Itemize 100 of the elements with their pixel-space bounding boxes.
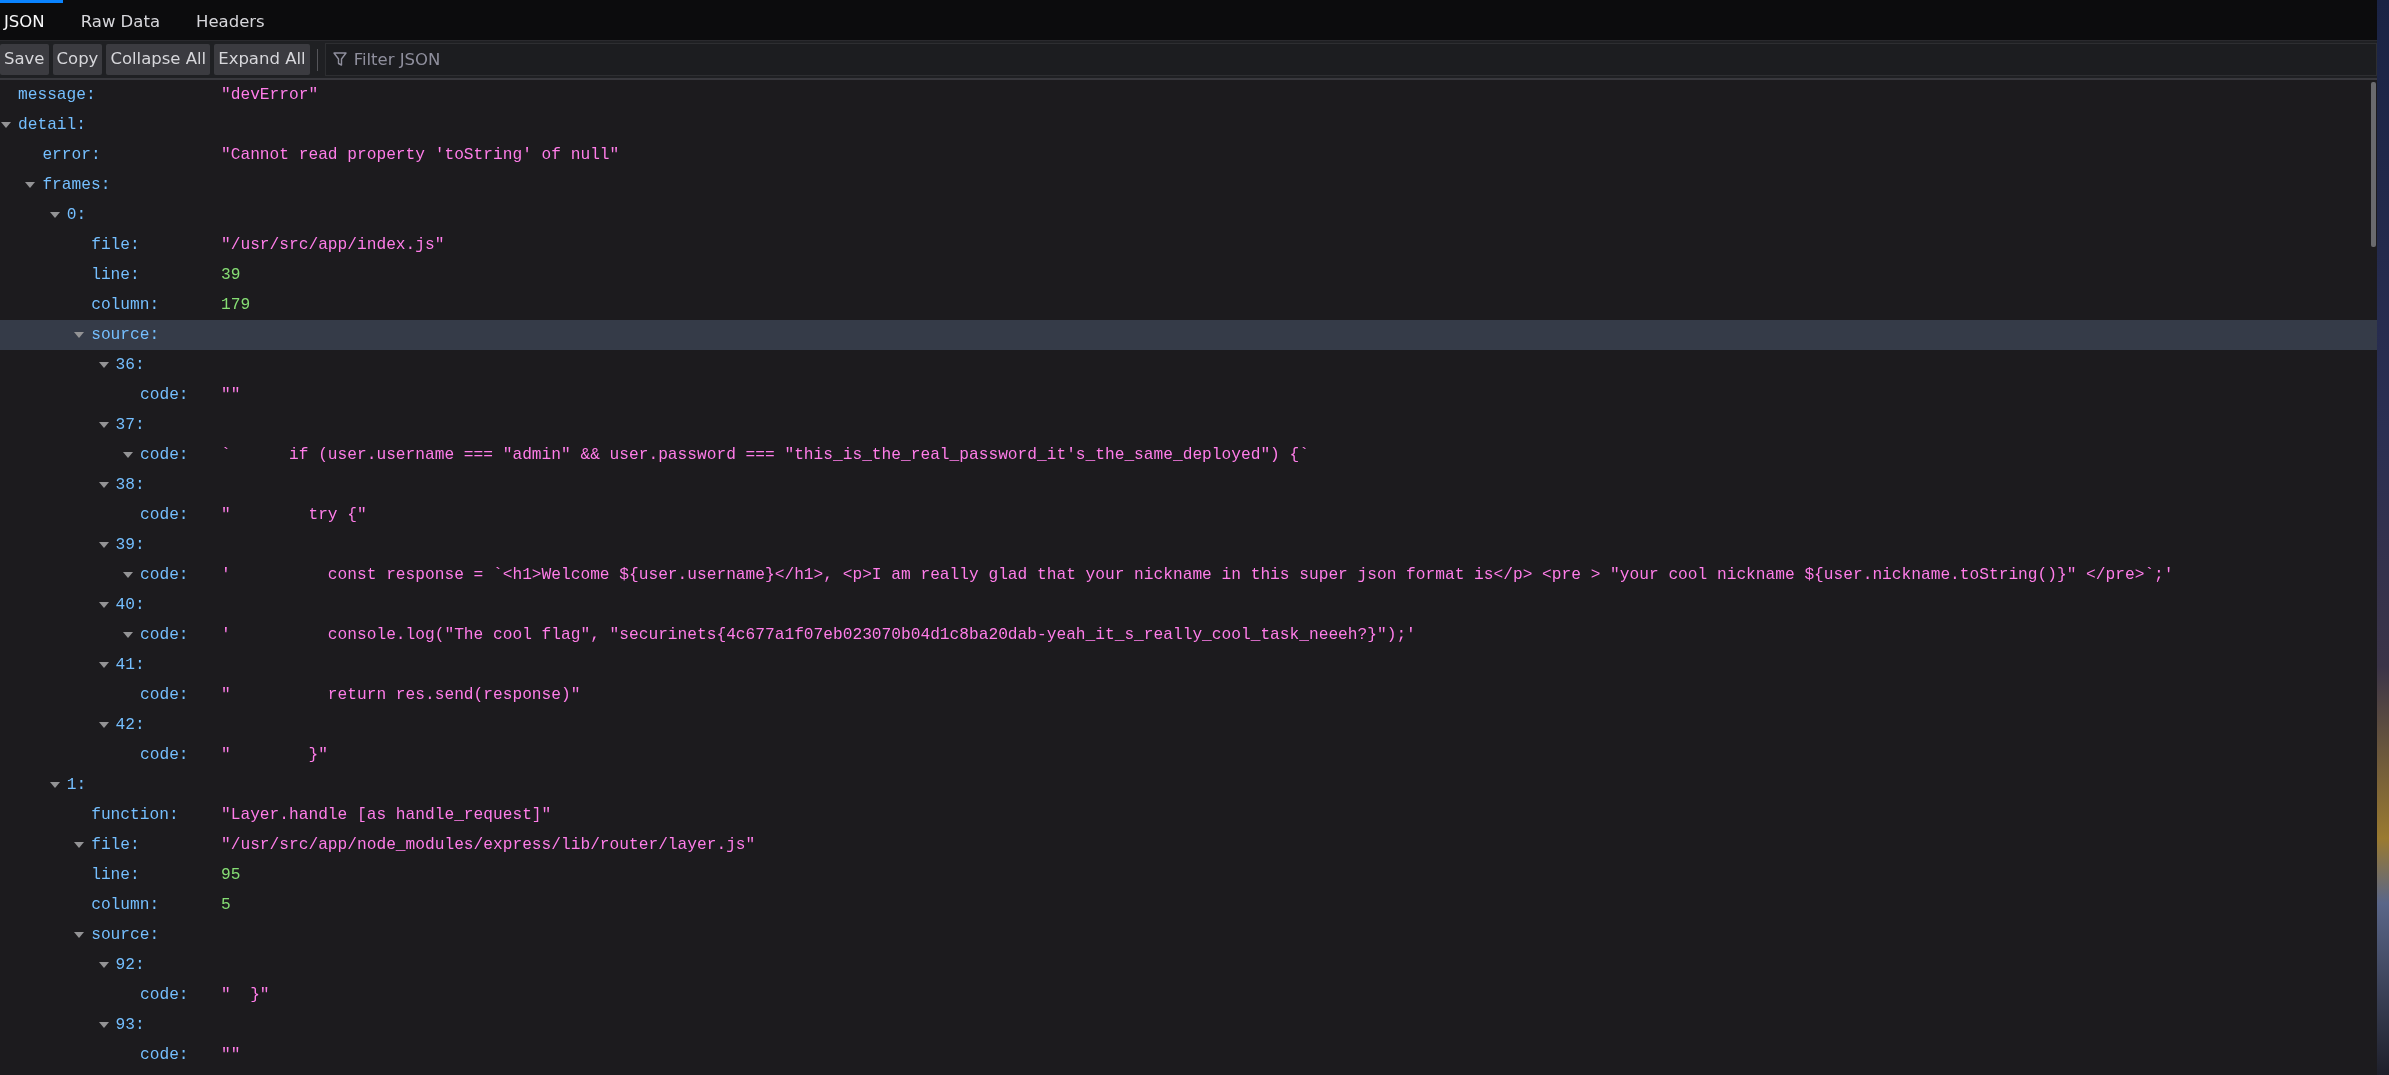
property-key: column: bbox=[91, 892, 160, 918]
number-value: 39 bbox=[221, 264, 241, 286]
tree-row[interactable]: message: "devError" bbox=[0, 80, 2377, 110]
toolbar-button[interactable]: Expand All bbox=[214, 44, 310, 75]
string-value: ` if (user.username === "admin" && user.password === "this_is_the_real_password_it's_the_same_deployed") {` bbox=[221, 444, 1309, 466]
property-key: 36: bbox=[115, 352, 145, 378]
expand-arrow-icon[interactable] bbox=[73, 841, 86, 849]
tree-row[interactable]: 42: bbox=[0, 710, 2377, 740]
tree-row[interactable]: error: "Cannot read property 'toString' of null" bbox=[0, 140, 2377, 170]
property-key: 39: bbox=[115, 532, 145, 558]
filter-field[interactable]: Filter JSON bbox=[324, 43, 2377, 76]
property-key: line: bbox=[91, 862, 140, 888]
tree-row[interactable]: 38: bbox=[0, 470, 2377, 500]
tab[interactable]: Headers bbox=[192, 0, 283, 41]
property-key: code: bbox=[140, 622, 189, 648]
property-key: 38: bbox=[115, 472, 145, 498]
tree-row[interactable]: code: " return res.send(response)" bbox=[0, 680, 2377, 710]
property-key: 93: bbox=[115, 1012, 145, 1038]
tree-row[interactable]: code: ' const response = `<h1>Welcome ${user.username}</h1>, <p>I am really glad that your nickname in this super json format is</p> <pre > "your cool nickname ${user.nickname.toString()}" </pre>`;' bbox=[0, 560, 2377, 590]
property-key: source: bbox=[91, 322, 160, 348]
property-key: 92: bbox=[115, 952, 145, 978]
property-key: error: bbox=[42, 142, 101, 168]
tree-row[interactable]: code: " }" bbox=[0, 740, 2377, 770]
expand-arrow-icon[interactable] bbox=[73, 931, 86, 939]
expand-arrow-icon[interactable] bbox=[97, 721, 110, 729]
tree-row[interactable]: code: "" bbox=[0, 1040, 2377, 1070]
tree-row[interactable]: code: ` if (user.username === "admin" && user.password === "this_is_the_real_password_it's_the_same_deployed") {` bbox=[0, 440, 2377, 470]
expand-arrow-icon[interactable] bbox=[97, 961, 110, 969]
expand-arrow-icon[interactable] bbox=[97, 541, 110, 549]
number-value: 5 bbox=[221, 894, 231, 916]
tree-row[interactable]: code: " try {" bbox=[0, 500, 2377, 530]
toolbar-button[interactable]: Copy bbox=[52, 44, 103, 75]
expand-arrow-icon[interactable] bbox=[48, 211, 61, 219]
tree-row[interactable]: column: 179 bbox=[0, 290, 2377, 320]
property-key: file: bbox=[91, 232, 140, 258]
expand-arrow-icon[interactable] bbox=[97, 601, 110, 609]
expand-arrow-icon[interactable] bbox=[97, 661, 110, 669]
tree-row[interactable]: code: "" bbox=[0, 380, 2377, 410]
tree-row[interactable]: line: 95 bbox=[0, 860, 2377, 890]
property-key: code: bbox=[140, 742, 189, 768]
string-value: " return res.send(response)" bbox=[221, 684, 581, 706]
property-key: code: bbox=[140, 1042, 189, 1068]
tree-row[interactable]: 39: bbox=[0, 530, 2377, 560]
tree-row[interactable]: source: bbox=[0, 920, 2377, 950]
property-key: 37: bbox=[115, 412, 145, 438]
property-key: function: bbox=[91, 802, 179, 828]
expand-arrow-icon[interactable] bbox=[0, 121, 12, 129]
expand-arrow-icon[interactable] bbox=[122, 631, 134, 639]
expand-arrow-icon[interactable] bbox=[48, 781, 61, 789]
string-value: ' console.log("The cool flag", "securinets{4c677a1f07eb023070b04d1c8ba20dab-yeah_it_s_really_cool_task_neeeh?}");' bbox=[221, 624, 1416, 646]
property-key: code: bbox=[140, 442, 189, 468]
tab[interactable]: Raw Data bbox=[76, 0, 179, 41]
tree-row[interactable]: 40: bbox=[0, 590, 2377, 620]
tree-row[interactable]: 92: bbox=[0, 950, 2377, 980]
expand-arrow-icon[interactable] bbox=[97, 421, 110, 429]
expand-arrow-icon[interactable] bbox=[24, 181, 37, 189]
expand-arrow-icon[interactable] bbox=[97, 361, 110, 369]
tree-row[interactable]: file: "/usr/src/app/node_modules/express/lib/router/layer.js" bbox=[0, 830, 2377, 860]
expand-arrow-icon[interactable] bbox=[97, 1021, 110, 1029]
expand-arrow-icon[interactable] bbox=[122, 451, 134, 459]
string-value: " }" bbox=[221, 744, 328, 766]
string-value: "Layer.handle [as handle_request]" bbox=[221, 804, 552, 826]
tree-row[interactable]: column: 5 bbox=[0, 890, 2377, 920]
property-key: code: bbox=[140, 502, 189, 528]
tree-row[interactable]: code: ' console.log("The cool flag", "securinets{4c677a1f07eb023070b04d1c8ba20dab-yeah_it_s_really_cool_task_neeeh?}");' bbox=[0, 620, 2377, 650]
toolbar-button[interactable]: Save bbox=[0, 44, 49, 75]
string-value: "" bbox=[221, 1044, 241, 1066]
number-value: 179 bbox=[221, 294, 251, 316]
property-key: code: bbox=[140, 382, 189, 408]
expand-arrow-icon[interactable] bbox=[73, 331, 86, 339]
tree-row[interactable]: 36: bbox=[0, 350, 2377, 380]
tree-row[interactable]: line: 39 bbox=[0, 260, 2377, 290]
property-key: 1: bbox=[66, 772, 87, 798]
property-key: 40: bbox=[115, 592, 145, 618]
tree-row[interactable]: frames: bbox=[0, 170, 2377, 200]
tree-row[interactable]: 37: bbox=[0, 410, 2377, 440]
tree-row[interactable]: code: " }" bbox=[0, 980, 2377, 1010]
property-key: frames: bbox=[42, 172, 111, 198]
property-key: source: bbox=[91, 922, 160, 948]
tree-row[interactable]: 93: bbox=[0, 1010, 2377, 1040]
string-value: "/usr/src/app/node_modules/express/lib/router/layer.js" bbox=[221, 834, 756, 856]
string-value: " }" bbox=[221, 984, 270, 1006]
string-value: "Cannot read property 'toString' of null" bbox=[221, 144, 620, 166]
tree-row[interactable]: detail: bbox=[0, 110, 2377, 140]
property-key: 42: bbox=[115, 712, 145, 738]
property-key: code: bbox=[140, 682, 189, 708]
tree-row[interactable]: 0: bbox=[0, 200, 2377, 230]
property-key: 0: bbox=[66, 202, 87, 228]
expand-arrow-icon[interactable] bbox=[97, 481, 110, 489]
tree-row[interactable]: source: bbox=[0, 320, 2377, 350]
tree-row[interactable]: 41: bbox=[0, 650, 2377, 680]
toolbar-button[interactable]: Collapse All bbox=[106, 44, 211, 75]
string-value: "/usr/src/app/index.js" bbox=[221, 234, 445, 256]
tree-row[interactable]: file: "/usr/src/app/index.js" bbox=[0, 230, 2377, 260]
tree-row[interactable]: 1: bbox=[0, 770, 2377, 800]
string-value: "devError" bbox=[221, 84, 319, 106]
tree-row[interactable]: function: "Layer.handle [as handle_request]" bbox=[0, 800, 2377, 830]
string-value: " try {" bbox=[221, 504, 367, 526]
expand-arrow-icon[interactable] bbox=[122, 571, 134, 579]
scrollbar-thumb[interactable] bbox=[2371, 82, 2376, 247]
